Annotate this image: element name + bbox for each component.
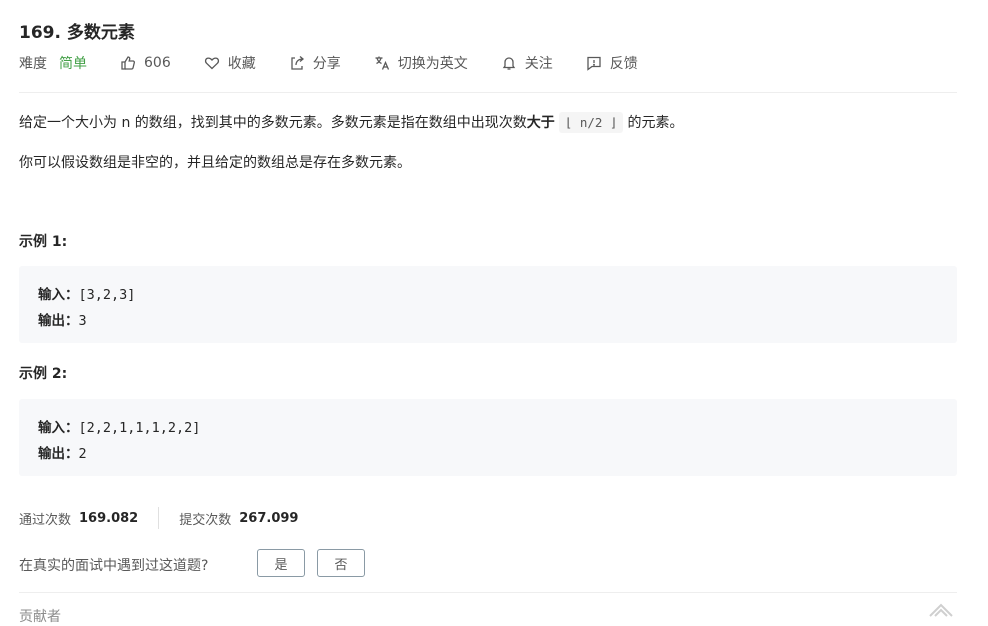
translate-icon bbox=[375, 56, 389, 70]
input-label: 输入： bbox=[38, 287, 79, 303]
share-label: 分享 bbox=[312, 56, 341, 72]
description-text-end: 的元素。 bbox=[627, 115, 684, 131]
feedback-button[interactable]: 反馈 bbox=[586, 53, 638, 73]
accepted-label: 通过次数 bbox=[19, 512, 72, 528]
corner-icon bbox=[929, 603, 953, 617]
interview-yes-button[interactable]: 是 bbox=[257, 549, 305, 577]
heart-icon bbox=[204, 57, 219, 70]
like-button[interactable]: 606 bbox=[120, 55, 171, 71]
example-1-input: [3,2,3] bbox=[78, 287, 136, 303]
bell-icon bbox=[502, 57, 515, 70]
interview-question: 在真实的面试中遇到过这道题? bbox=[19, 558, 209, 574]
example-1-title: 示例 1: bbox=[19, 234, 68, 250]
difficulty-badge: 简单 bbox=[59, 56, 87, 72]
example-2-output: 2 bbox=[78, 446, 87, 462]
input-label: 输入： bbox=[38, 420, 79, 436]
submissions-count: 267.099 bbox=[239, 510, 299, 526]
follow-label: 关注 bbox=[524, 56, 553, 72]
inline-code: ⌊ n/2 ⌋ bbox=[558, 112, 624, 133]
example-2-input-line: 输入：[2,2,1,1,1,2,2] bbox=[38, 416, 200, 436]
share-button[interactable]: 分享 bbox=[289, 53, 341, 73]
divider bbox=[19, 92, 957, 93]
description-text: 给定一个大小为 n 的数组，找到其中的多数元素。多数元素是指在数组中出现次数 bbox=[19, 115, 527, 131]
problem-title: 169. 多数元素 bbox=[19, 23, 135, 43]
submissions-label: 提交次数 bbox=[179, 512, 232, 528]
switch-language-label: 切换为英文 bbox=[397, 56, 468, 72]
difficulty-label: 难度 bbox=[19, 56, 47, 72]
feedback-label: 反馈 bbox=[609, 56, 638, 72]
favorite-label: 收藏 bbox=[227, 56, 256, 72]
share-icon bbox=[291, 56, 304, 70]
switch-language-button[interactable]: 切换为英文 bbox=[374, 53, 468, 73]
thumbs-up-icon bbox=[121, 56, 135, 70]
divider bbox=[19, 592, 957, 593]
output-label: 输出： bbox=[38, 446, 79, 462]
example-1-block: 输入：[3,2,3] 输出：3 bbox=[19, 266, 957, 343]
submission-stats: 通过次数 169.082 提交次数 267.099 bbox=[19, 507, 298, 529]
stats-separator bbox=[158, 507, 160, 529]
example-2-block: 输入：[2,2,1,1,1,2,2] 输出：2 bbox=[19, 399, 957, 476]
output-label: 输出： bbox=[38, 313, 79, 329]
description-paragraph-1: 给定一个大小为 n 的数组，找到其中的多数元素。多数元素是指在数组中出现次数大于… bbox=[19, 112, 684, 133]
example-2-input: [2,2,1,1,1,2,2] bbox=[78, 420, 201, 436]
feedback-icon bbox=[587, 56, 601, 71]
favorite-button[interactable]: 收藏 bbox=[204, 53, 256, 73]
accepted-count: 169.082 bbox=[79, 510, 139, 526]
description-bold-text: 大于 bbox=[526, 115, 555, 131]
example-1-input-line: 输入：[3,2,3] bbox=[38, 283, 135, 303]
problem-panel: 169. 多数元素 难度 简单 606 收藏 分享 切换为英文 关注 反馈 给定… bbox=[0, 0, 988, 625]
example-1-output-line: 输出：3 bbox=[38, 309, 87, 329]
example-2-title: 示例 2: bbox=[19, 366, 68, 382]
example-1-output: 3 bbox=[78, 313, 87, 329]
example-2-output-line: 输出：2 bbox=[38, 442, 87, 462]
interview-no-button[interactable]: 否 bbox=[317, 549, 365, 577]
problem-meta-bar: 难度 简单 606 收藏 分享 切换为英文 关注 反馈 bbox=[19, 52, 671, 74]
follow-button[interactable]: 关注 bbox=[501, 53, 553, 73]
like-count: 606 bbox=[144, 55, 171, 71]
contributors-label: 贡献者 bbox=[19, 609, 61, 625]
description-paragraph-2: 你可以假设数组是非空的，并且给定的数组总是存在多数元素。 bbox=[19, 155, 411, 171]
